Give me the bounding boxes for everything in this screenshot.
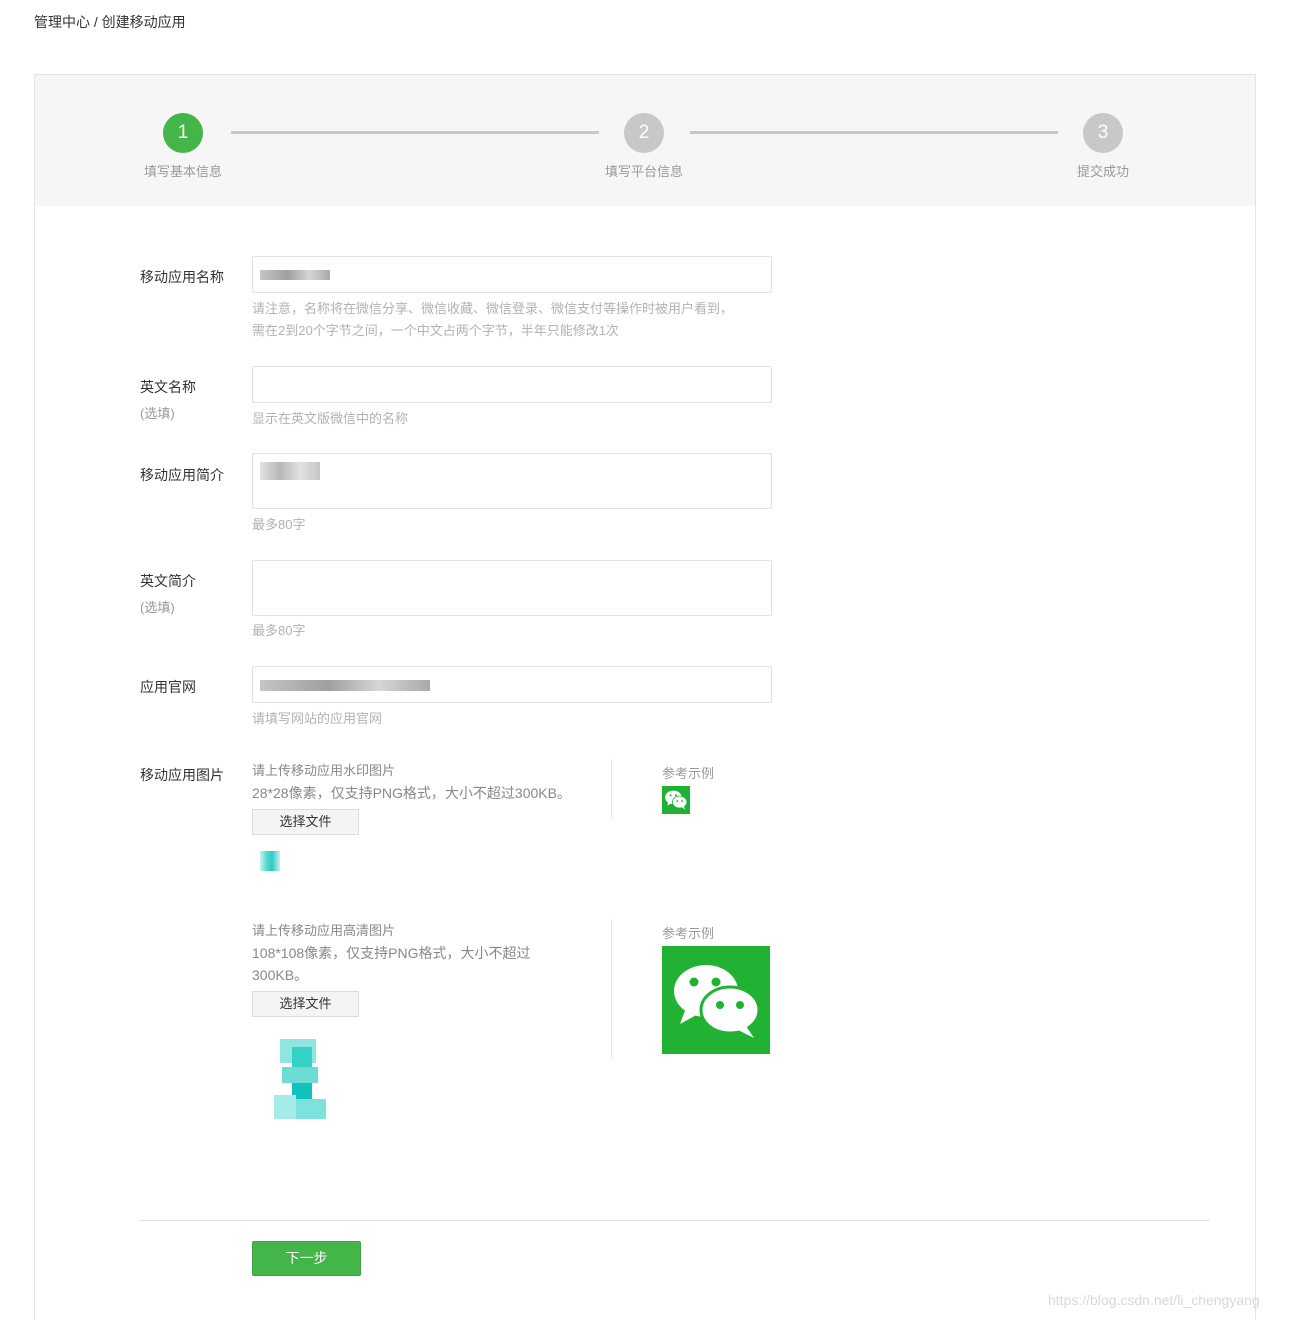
footer-divider (140, 1220, 1210, 1221)
english-name-label: 英文名称 (选填) (140, 377, 196, 422)
watermark-preview-image (260, 851, 280, 871)
english-name-label-text: 英文名称 (140, 379, 196, 395)
redacted-website (260, 680, 430, 691)
website-label-text: 应用官网 (140, 679, 196, 695)
hd-preview-image (268, 1039, 348, 1123)
step-1: 1 填写基本信息 (133, 113, 233, 180)
app-name-input[interactable] (252, 256, 772, 293)
app-name-label-text: 移动应用名称 (140, 269, 224, 285)
english-name-optional: (选填) (140, 406, 175, 421)
app-intro-hint: 最多80字 (252, 517, 306, 532)
hd-upload-spec-line2: 300KB。 (252, 967, 309, 983)
step-2: 2 填写平台信息 (594, 113, 694, 180)
hd-upload-info: 请上传移动应用高清图片 108*108像素，仅支持PNG格式，大小不超过 300… (252, 920, 531, 986)
english-name-hint: 显示在英文版微信中的名称 (252, 411, 409, 426)
app-name-hint-line1: 请注意，名称将在微信分享、微信收藏、微信登录、微信支付等操作时被用户看到， (252, 301, 734, 316)
watermark-upload-title: 请上传移动应用水印图片 (252, 763, 396, 778)
watermark-upload-info: 请上传移动应用水印图片 28*28像素，仅支持PNG格式，大小不超过300KB。 (252, 760, 571, 804)
next-step-button[interactable]: 下一步 (252, 1241, 361, 1276)
app-name-hint: 请注意，名称将在微信分享、微信收藏、微信登录、微信支付等操作时被用户看到， 需在… (252, 298, 733, 342)
redacted-app-name (260, 270, 330, 280)
english-intro-hint: 最多80字 (252, 623, 306, 638)
images-label: 移动应用图片 (140, 765, 224, 785)
english-name-input[interactable] (252, 366, 772, 403)
watermark-reference-label: 参考示例 (662, 766, 715, 781)
step-3-circle: 3 (1083, 113, 1123, 153)
step-1-circle: 1 (163, 113, 203, 153)
step-2-circle: 2 (624, 113, 664, 153)
wechat-logo-large-icon (662, 946, 770, 1054)
english-intro-label: 英文简介 (选填) (140, 571, 196, 616)
images-label-text: 移动应用图片 (140, 767, 224, 783)
english-intro-label-text: 英文简介 (140, 573, 196, 589)
watermark-divider (611, 759, 612, 819)
step-connector-1 (231, 131, 599, 134)
step-connector-2 (690, 131, 1058, 134)
step-3-label: 提交成功 (1076, 164, 1129, 179)
hd-divider (611, 919, 612, 1059)
form-card: 1 填写基本信息 2 填写平台信息 3 提交成功 移动应用名称 请注意，名称将在… (34, 74, 1256, 1320)
app-intro-label-text: 移动应用简介 (140, 467, 224, 483)
step-2-label: 填写平台信息 (604, 164, 683, 179)
step-1-label: 填写基本信息 (143, 164, 222, 179)
hd-choose-file-button[interactable]: 选择文件 (252, 991, 359, 1017)
app-name-label: 移动应用名称 (140, 267, 224, 287)
website-hint: 请填写网站的应用官网 (252, 711, 383, 726)
step-3: 3 提交成功 (1053, 113, 1153, 180)
app-intro-label: 移动应用简介 (140, 465, 224, 485)
step-indicator: 1 填写基本信息 2 填写平台信息 3 提交成功 (35, 75, 1255, 206)
hd-upload-spec-line1: 108*108像素，仅支持PNG格式，大小不超过 (252, 945, 531, 961)
english-intro-textarea[interactable] (252, 560, 772, 616)
breadcrumb: 管理中心 / 创建移动应用 (34, 14, 186, 30)
redacted-app-intro (260, 462, 320, 480)
website-label: 应用官网 (140, 677, 196, 697)
watermark-choose-file-button[interactable]: 选择文件 (252, 809, 359, 835)
wechat-logo-small-icon (662, 786, 690, 814)
hd-reference-label: 参考示例 (662, 926, 715, 941)
watermark-upload-spec: 28*28像素，仅支持PNG格式，大小不超过300KB。 (252, 785, 571, 801)
source-watermark: https://blog.csdn.net/li_chengyang (1048, 1292, 1260, 1308)
english-intro-optional: (选填) (140, 600, 175, 615)
app-name-hint-line2: 需在2到20个字节之间，一个中文占两个字节，半年只能修改1次 (252, 323, 619, 338)
app-intro-textarea[interactable] (252, 453, 772, 509)
website-input[interactable] (252, 666, 772, 703)
hd-upload-title: 请上传移动应用高清图片 (252, 923, 396, 938)
